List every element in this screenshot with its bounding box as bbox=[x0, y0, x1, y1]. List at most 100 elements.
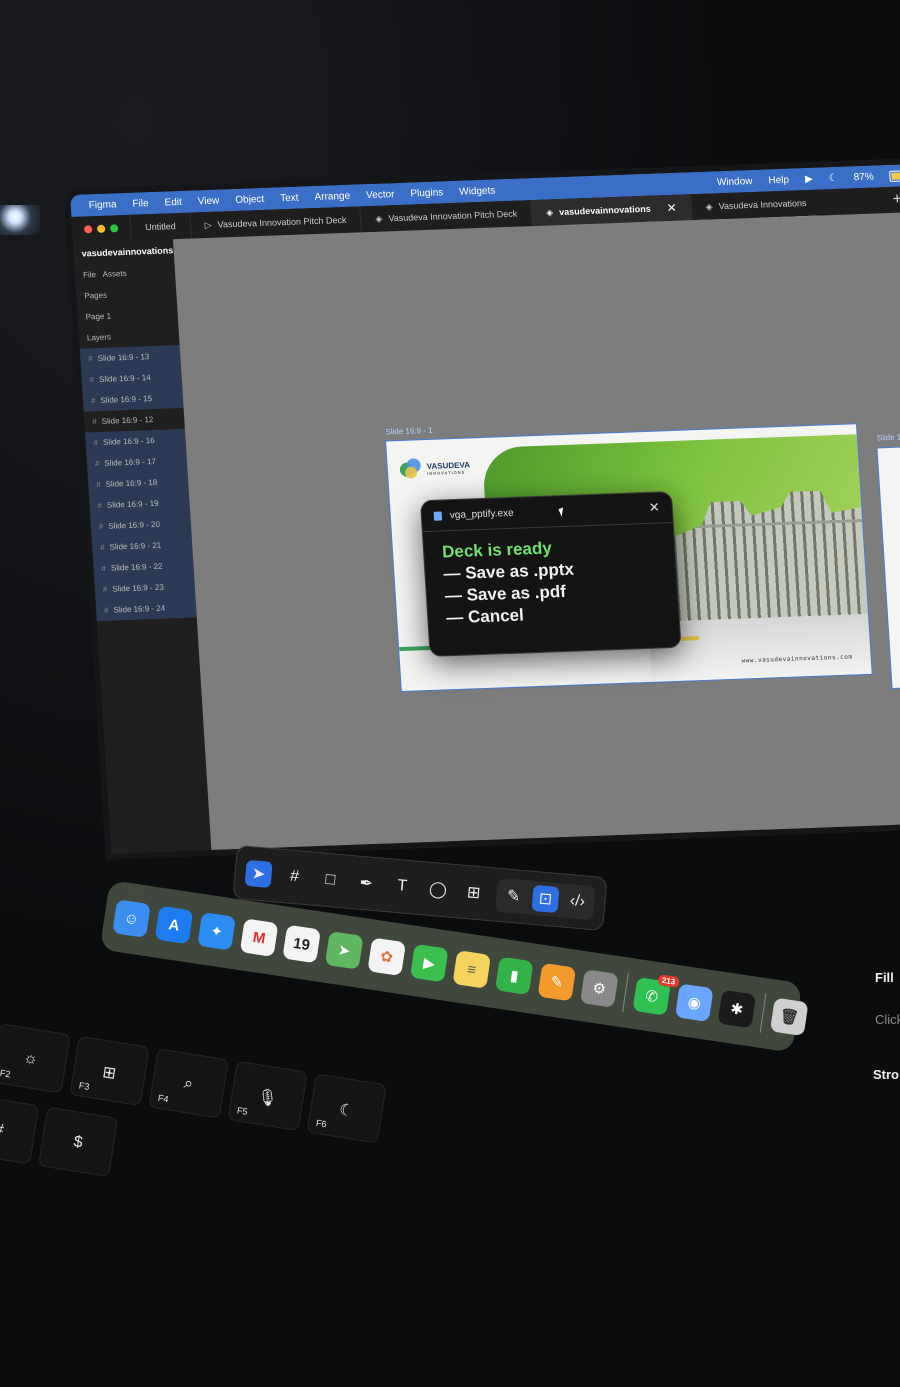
frame-icon: # bbox=[98, 521, 104, 532]
battery-icon[interactable] bbox=[889, 169, 900, 182]
frame-icon: # bbox=[99, 542, 105, 553]
frame-label[interactable]: Slide 16:9 bbox=[877, 432, 900, 442]
finder-icon[interactable]: ☺ bbox=[112, 899, 151, 938]
logo-sub: INNOVATIONS bbox=[427, 469, 466, 476]
comment-tool-icon[interactable]: ◯ bbox=[424, 875, 452, 903]
key-3[interactable]: # bbox=[0, 1094, 40, 1165]
frame-icon: # bbox=[90, 396, 96, 406]
menu-vector[interactable]: Vector bbox=[366, 189, 395, 201]
trash-icon[interactable]: 🗑 bbox=[769, 997, 809, 1037]
app-store-icon[interactable]: A bbox=[154, 905, 194, 945]
move-tool-icon[interactable]: ➤ bbox=[244, 859, 273, 888]
menu-arrange[interactable]: Arrange bbox=[314, 190, 350, 202]
laptop-screen: Figma File Edit View Object Text Arrange… bbox=[70, 162, 900, 854]
draw-mode-icon[interactable]: ✎ bbox=[500, 882, 528, 910]
close-window-button[interactable] bbox=[83, 225, 93, 234]
minimize-window-button[interactable] bbox=[96, 224, 106, 234]
safari-icon[interactable]: ✦ bbox=[197, 911, 236, 951]
key-f5[interactable]: 🎙 F5 bbox=[227, 1060, 308, 1132]
layer-item[interactable]: # Slide 16:9 - 24 bbox=[95, 596, 197, 622]
menu-widgets[interactable]: Widgets bbox=[459, 185, 496, 197]
tab-untitled[interactable]: Untitled bbox=[129, 212, 191, 241]
new-tab-button[interactable]: + bbox=[892, 189, 900, 209]
frame-icon: # bbox=[97, 500, 103, 511]
logo-text: VASUDEVA INNOVATIONS bbox=[426, 460, 471, 476]
brightness-up-icon: ☼ bbox=[21, 1049, 40, 1069]
menu-file[interactable]: File bbox=[132, 198, 149, 210]
key-f4[interactable]: ⌕ F4 bbox=[148, 1048, 229, 1119]
maps-icon[interactable]: ➤ bbox=[324, 931, 364, 970]
key-4[interactable]: $ bbox=[37, 1106, 119, 1178]
key-label: F4 bbox=[157, 1092, 170, 1105]
stroke-section-label: Stro bbox=[873, 1067, 899, 1082]
dev-mode-icon[interactable]: ‹/› bbox=[563, 888, 591, 916]
notes-icon[interactable]: ≡ bbox=[452, 950, 492, 989]
whatsapp-icon[interactable]: ✆ 213 bbox=[632, 974, 680, 1016]
menu-app-name[interactable]: Figma bbox=[88, 199, 116, 211]
moon-icon[interactable]: ☾ bbox=[828, 172, 838, 183]
close-tab-icon[interactable]: ✕ bbox=[666, 201, 677, 215]
menu-edit[interactable]: Edit bbox=[164, 196, 182, 208]
menu-text[interactable]: Text bbox=[280, 192, 299, 204]
tab-label: vasudevainnovations bbox=[558, 203, 651, 218]
layer-label: Slide 16:9 - 19 bbox=[106, 498, 159, 510]
key-label: F6 bbox=[315, 1117, 328, 1130]
facetime-icon[interactable]: ▶ bbox=[409, 943, 449, 983]
dialog-filename: vga_pptify.exe bbox=[449, 507, 514, 521]
frame-tool-icon[interactable]: # bbox=[280, 863, 308, 891]
gmail-icon[interactable]: M bbox=[239, 918, 279, 957]
pen-tool-icon[interactable]: ✒ bbox=[352, 869, 380, 897]
figma-icon[interactable]: ✱ bbox=[717, 989, 757, 1029]
menu-help[interactable]: Help bbox=[768, 174, 789, 186]
menu-view[interactable]: View bbox=[197, 195, 219, 207]
tab-label: Vasudeva Innovation Pitch Deck bbox=[388, 208, 518, 224]
slide-frame-2[interactable] bbox=[877, 446, 900, 689]
layer-label: Slide 16:9 - 23 bbox=[111, 582, 165, 594]
company-logo: VASUDEVA INNOVATIONS bbox=[399, 456, 471, 481]
frame-icon: # bbox=[101, 563, 107, 573]
design-canvas[interactable]: Slide 16:9 - 1 Slide 16:9 VASUDEVA INNOV… bbox=[172, 211, 900, 851]
zoom-window-button[interactable] bbox=[109, 224, 119, 233]
text-tool-icon[interactable]: T bbox=[388, 872, 416, 900]
rectangle-tool-icon[interactable]: □ bbox=[316, 866, 344, 894]
pages-icon[interactable]: ✎ bbox=[537, 962, 577, 1002]
design-mode-icon[interactable]: ⊡ bbox=[531, 884, 560, 914]
menu-object[interactable]: Object bbox=[235, 193, 265, 205]
tab-untitled-label: Untitled bbox=[144, 221, 176, 233]
mouse-cursor-icon bbox=[558, 507, 567, 517]
system-settings-icon[interactable]: ⚙ bbox=[580, 969, 619, 1008]
close-dialog-icon[interactable]: ✕ bbox=[648, 499, 660, 515]
window-controls bbox=[72, 224, 130, 234]
numbers-icon[interactable]: ▮ bbox=[494, 956, 534, 996]
menu-window[interactable]: Window bbox=[717, 175, 753, 187]
layer-label: Slide 16:9 - 16 bbox=[102, 435, 155, 447]
menu-plugins[interactable]: Plugins bbox=[410, 187, 443, 199]
lamp-light bbox=[0, 205, 40, 235]
frame-icon: # bbox=[89, 375, 95, 385]
menubar-right: Window Help ▶ ☾ 87% ◠ bbox=[717, 168, 900, 188]
water-image bbox=[647, 613, 872, 682]
key-f2[interactable]: ☼ F2 bbox=[0, 1023, 71, 1094]
calendar-icon[interactable]: 19 bbox=[282, 924, 321, 964]
search-icon: ⌕ bbox=[182, 1074, 195, 1094]
preview-icon[interactable]: ◉ bbox=[674, 983, 714, 1023]
notification-badge: 213 bbox=[657, 974, 680, 989]
frame-icon: # bbox=[102, 584, 108, 594]
frame-label[interactable]: Slide 16:9 - 1 bbox=[385, 426, 433, 437]
mission-control-icon: ⊞ bbox=[101, 1063, 118, 1083]
layer-label: Slide 16:9 - 24 bbox=[113, 603, 166, 615]
actions-icon[interactable]: ⊞ bbox=[460, 879, 488, 907]
tab-assets[interactable]: Assets bbox=[102, 269, 127, 279]
dock-separator bbox=[622, 972, 629, 1013]
layer-label: Slide 16:9 - 18 bbox=[105, 477, 158, 489]
tab-file[interactable]: File bbox=[83, 270, 96, 279]
photos-icon[interactable]: ✿ bbox=[367, 937, 407, 977]
file-icon: ◈ bbox=[545, 206, 554, 218]
key-f6[interactable]: ☾ F6 bbox=[306, 1073, 387, 1144]
key-f3[interactable]: ⊞ F3 bbox=[69, 1035, 150, 1107]
play-icon: ▷ bbox=[204, 219, 212, 230]
control-center-icon[interactable]: ▶ bbox=[805, 173, 813, 184]
fill-click-hint: Click bbox=[875, 1012, 900, 1027]
dollar-icon: $ bbox=[72, 1133, 84, 1152]
microphone-icon: 🎙 bbox=[255, 1088, 279, 1109]
